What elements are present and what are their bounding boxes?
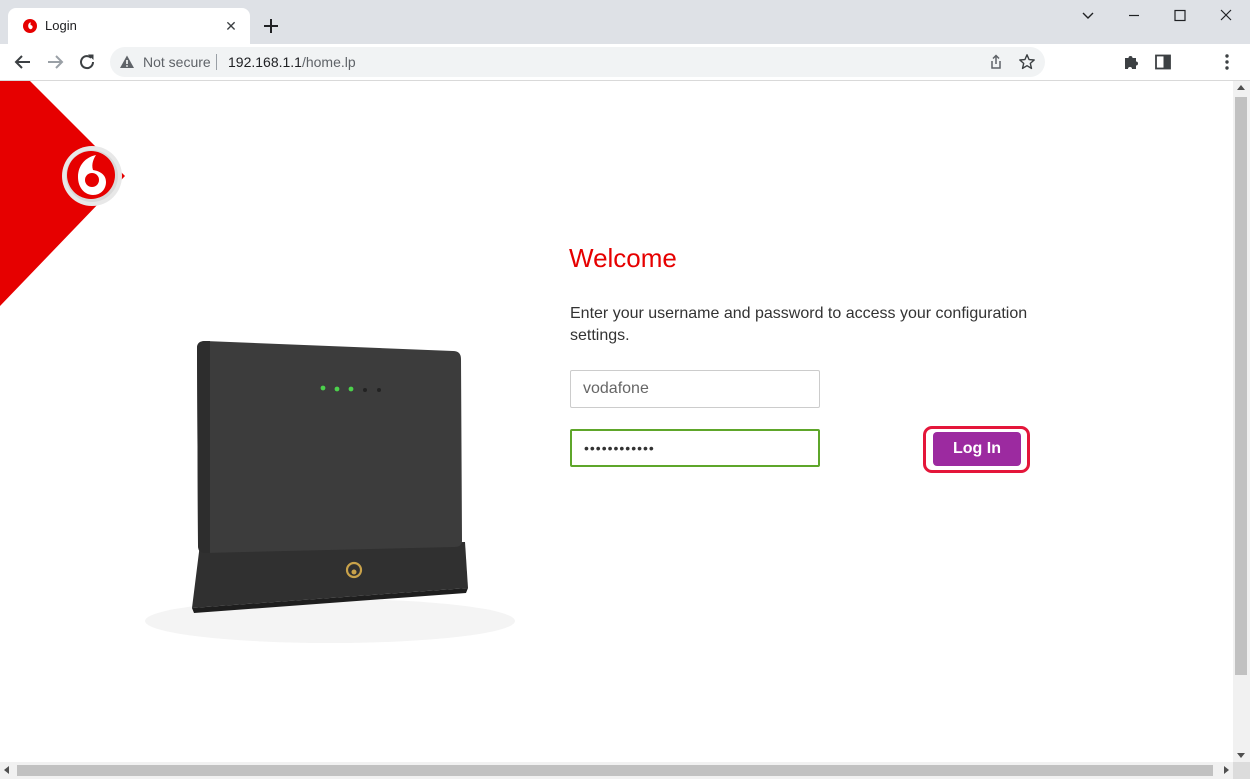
- vodafone-favicon-icon: [23, 19, 37, 33]
- close-window-icon[interactable]: [1210, 6, 1242, 26]
- scroll-right-arrow-icon[interactable]: [1224, 766, 1229, 774]
- maximize-icon[interactable]: [1164, 6, 1196, 26]
- scroll-left-arrow-icon[interactable]: [4, 766, 9, 774]
- browser-titlebar: Login ✕: [0, 0, 1250, 44]
- forward-arrow-icon[interactable]: [44, 51, 66, 73]
- address-separator: [216, 54, 217, 70]
- vodafone-brand-corner: [0, 81, 125, 306]
- reload-icon[interactable]: [76, 51, 98, 73]
- login-instructions: Enter your username and password to acce…: [570, 305, 1028, 344]
- password-field[interactable]: [570, 429, 820, 467]
- scrollbar-corner: [1233, 762, 1250, 779]
- horizontal-scrollbar[interactable]: [0, 762, 1233, 779]
- username-field[interactable]: [570, 370, 820, 408]
- extensions-puzzle-icon[interactable]: [1121, 52, 1141, 72]
- tab-close-icon[interactable]: ✕: [222, 17, 240, 35]
- login-button[interactable]: Log In: [933, 432, 1021, 466]
- scroll-down-arrow-icon[interactable]: [1237, 753, 1245, 758]
- new-tab-plus-icon[interactable]: [259, 14, 283, 38]
- browser-tab[interactable]: Login ✕: [8, 8, 250, 44]
- tab-search-chevron-icon[interactable]: [1072, 6, 1104, 26]
- vertical-scroll-thumb[interactable]: [1235, 97, 1247, 675]
- side-panel-icon[interactable]: [1153, 52, 1173, 72]
- horizontal-scroll-thumb[interactable]: [17, 765, 1213, 776]
- minimize-icon[interactable]: [1118, 6, 1150, 26]
- tab-title: Login: [45, 18, 77, 33]
- url-path: /home.lp: [301, 54, 356, 70]
- address-bar[interactable]: Not secure 192.168.1.1/home.lp: [110, 47, 1045, 77]
- router-image: [145, 341, 515, 643]
- share-icon[interactable]: [987, 53, 1005, 71]
- vertical-scrollbar[interactable]: [1233, 81, 1250, 762]
- page-viewport: Welcome Enter your username and password…: [0, 81, 1233, 762]
- security-label[interactable]: Not secure: [143, 54, 211, 70]
- url-text[interactable]: 192.168.1.1/home.lp: [228, 54, 356, 70]
- browser-toolbar: Not secure 192.168.1.1/home.lp: [0, 44, 1250, 81]
- bookmark-star-icon[interactable]: [1018, 53, 1036, 71]
- browser-menu-icon[interactable]: [1217, 52, 1237, 72]
- scroll-up-arrow-icon[interactable]: [1237, 85, 1245, 90]
- back-arrow-icon[interactable]: [12, 51, 34, 73]
- welcome-heading: Welcome: [569, 243, 677, 273]
- warning-triangle-icon[interactable]: [119, 54, 135, 70]
- url-host: 192.168.1.1: [228, 54, 302, 70]
